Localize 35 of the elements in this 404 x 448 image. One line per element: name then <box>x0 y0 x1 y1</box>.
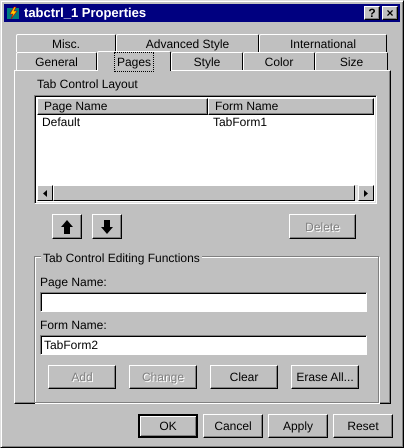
input-field[interactable]: TabForm2 <box>40 335 367 356</box>
window-title: tabctrl_1 Properties <box>24 4 148 22</box>
move-up-button[interactable] <box>52 214 82 240</box>
app-icon <box>6 6 20 20</box>
table-cell-text: Default <box>41 115 82 129</box>
field-label: Form Name: <box>40 317 108 334</box>
input-field[interactable] <box>40 292 367 312</box>
scroll-left-button[interactable] <box>37 185 53 202</box>
right-arrow-icon <box>364 190 368 197</box>
move-down-button[interactable] <box>92 214 122 240</box>
tab[interactable]: Misc. <box>16 34 116 52</box>
left-arrow-icon <box>43 190 47 197</box>
action-button[interactable]: Clear <box>210 365 278 390</box>
down-arrow-icon <box>101 220 113 234</box>
tab[interactable]: Style <box>171 52 243 70</box>
dialog-button[interactable]: OK <box>138 414 198 438</box>
close-button[interactable]: × <box>382 6 398 20</box>
column-header[interactable]: Page Name <box>37 98 208 115</box>
tab[interactable]: Pages <box>97 51 171 71</box>
column-header[interactable]: Form Name <box>208 98 374 115</box>
dialog-button[interactable]: Cancel <box>203 414 263 438</box>
tab[interactable]: General <box>16 52 97 70</box>
section-label: Tab Control Layout <box>37 76 139 93</box>
tab[interactable]: Size <box>315 52 388 70</box>
dialog-button[interactable]: Reset <box>333 414 393 438</box>
help-button[interactable]: ? <box>364 6 380 20</box>
action-button[interactable]: Erase All... <box>291 365 359 390</box>
up-arrow-icon <box>61 220 73 234</box>
dialog-button[interactable]: Apply <box>268 414 328 438</box>
scroll-right-button[interactable] <box>358 185 374 202</box>
tab[interactable]: Color <box>243 52 315 70</box>
field-label: Page Name: <box>40 274 108 290</box>
tab[interactable]: International <box>259 34 387 52</box>
tab[interactable]: Advanced Style <box>116 34 259 52</box>
table-cell-text: TabForm1 <box>212 115 268 129</box>
